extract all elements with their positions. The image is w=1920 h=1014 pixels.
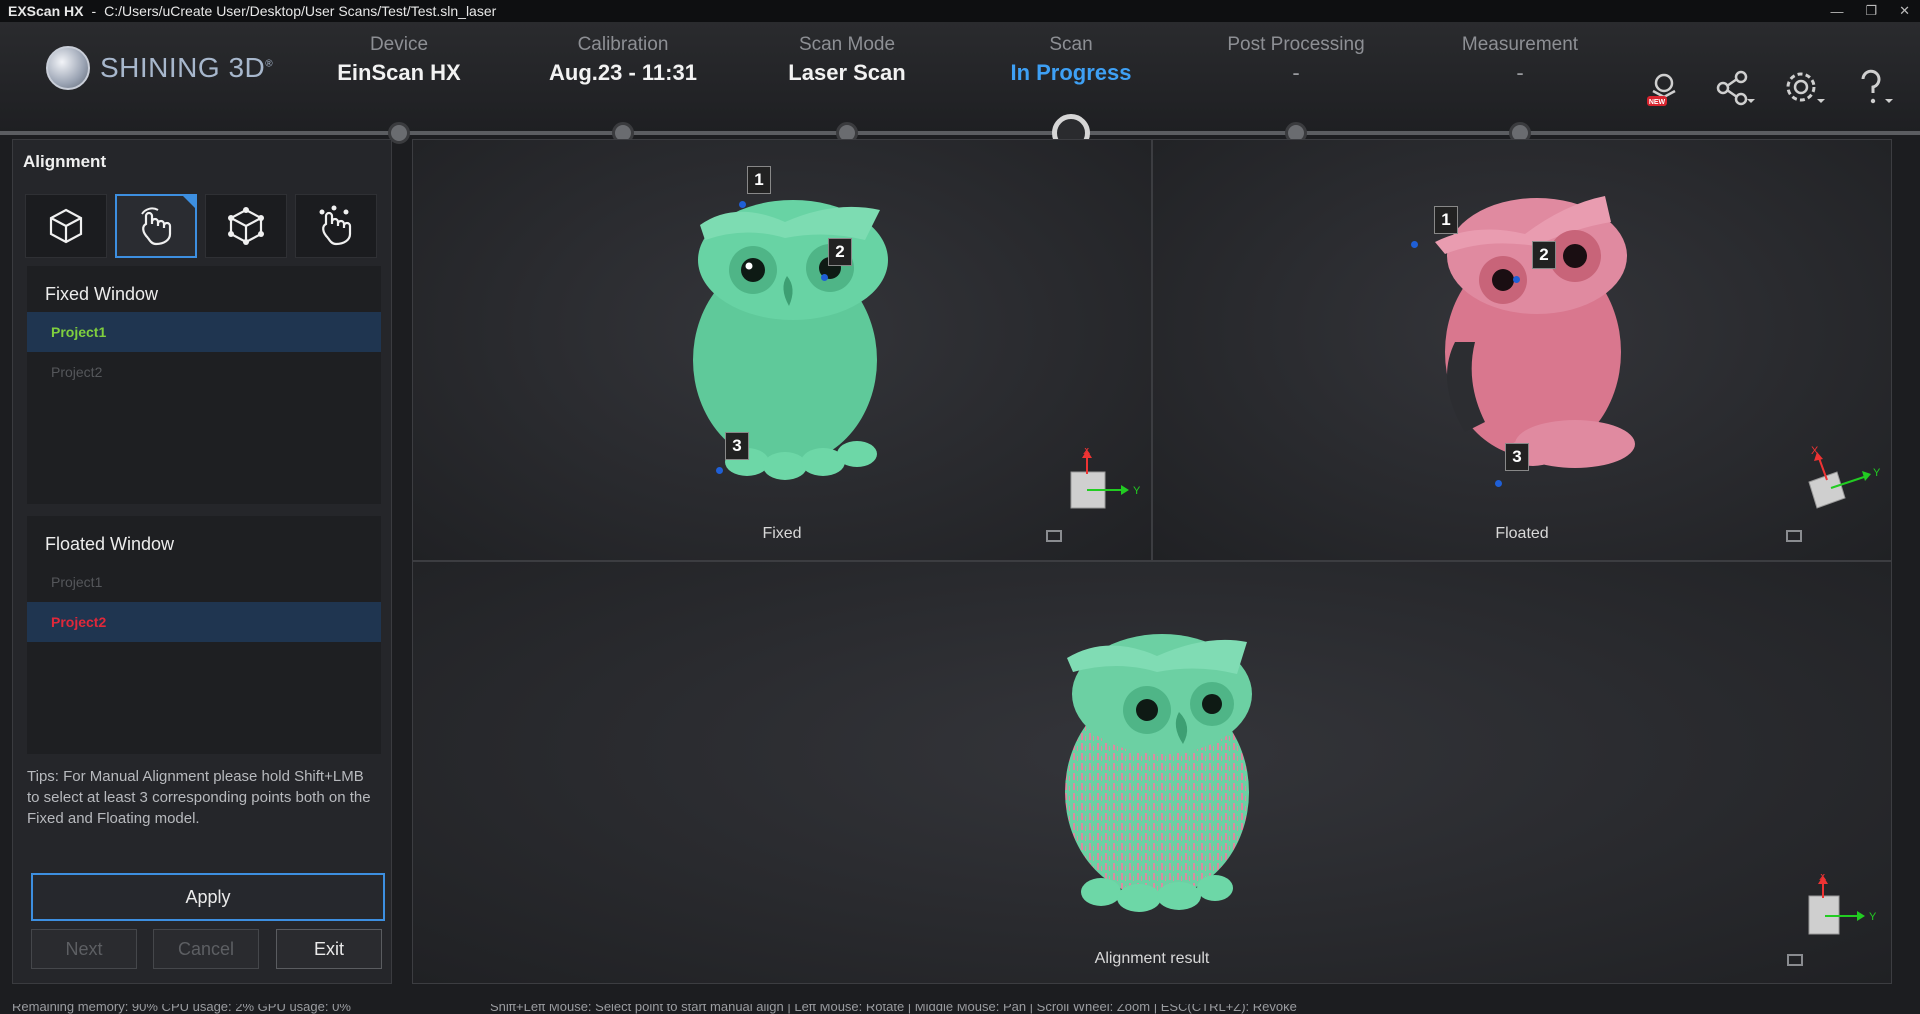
step-label: Post Processing: [1227, 34, 1365, 55]
title-separator: -: [91, 3, 97, 19]
alignment-panel: Alignment Fixed Window Project1 Project2…: [12, 139, 392, 984]
globe-logo-icon: [46, 46, 90, 90]
point-marker-2: 2: [828, 238, 852, 266]
manual-alignment-button[interactable]: [115, 194, 197, 258]
viewport-caption: Alignment result: [1094, 950, 1210, 967]
fixed-project-item[interactable]: Project1: [27, 312, 381, 352]
exit-button[interactable]: Exit: [276, 929, 382, 969]
status-bar: Remaining memory: 90% CPU usage: 2% GPU …: [0, 1004, 1920, 1014]
fixed-window-title: Fixed Window: [45, 284, 159, 304]
axis-y-label: Y: [1873, 467, 1881, 479]
point-dot: [1495, 480, 1502, 487]
panel-title: Alignment: [23, 152, 107, 171]
step-value: Laser Scan: [788, 60, 906, 85]
step-value: -: [1292, 60, 1300, 85]
restore-icon[interactable]: ❐: [1865, 3, 1877, 19]
hand-points-icon: [319, 205, 352, 246]
feature-alignment-button[interactable]: [25, 194, 107, 258]
share-icon[interactable]: [1708, 66, 1760, 110]
floated-window-title: Floated Window: [45, 534, 175, 554]
axis-y-label: Y: [1133, 485, 1141, 497]
axis-gizmo: X Y: [1070, 448, 1141, 509]
next-button[interactable]: Next: [31, 929, 137, 969]
step-value: Aug.23 - 11:31: [549, 60, 697, 85]
step-device[interactable]: Device EinScan HX: [299, 34, 499, 86]
point-dot: [1411, 241, 1418, 248]
step-label: Calibration: [577, 34, 669, 55]
step-measurement[interactable]: Measurement -: [1420, 34, 1620, 86]
point-marker-3: 3: [1505, 443, 1529, 471]
step-label: Scan Mode: [798, 34, 896, 55]
fixed-owl-model[interactable]: [675, 180, 905, 480]
apply-button[interactable]: Apply: [31, 873, 385, 921]
step-label: Scan: [1049, 34, 1093, 55]
cube-points-icon: [228, 207, 264, 245]
fit-view-icon[interactable]: [1786, 530, 1802, 542]
step-value: EinScan HX: [337, 60, 461, 85]
floated-project-item[interactable]: Project2: [27, 602, 381, 642]
app-name: EXScan HX: [8, 3, 84, 19]
cube-icon: [49, 208, 83, 244]
title-bar: EXScan HX - C:/Users/uCreate User/Deskto…: [0, 0, 1920, 22]
alignment-result-viewport[interactable]: Alignment result X Y: [412, 561, 1892, 984]
gear-icon[interactable]: [1778, 66, 1830, 110]
fixed-viewport[interactable]: 1 2 3 Fixed X Y: [412, 139, 1152, 561]
help-icon[interactable]: [1848, 66, 1900, 110]
step-post-processing[interactable]: Post Processing -: [1196, 34, 1396, 86]
fixed-project-item[interactable]: Project2: [27, 352, 381, 392]
new-model-icon[interactable]: NEW: [1638, 66, 1690, 110]
close-icon[interactable]: ✕: [1899, 3, 1910, 19]
workflow-bar: SHINING 3D® Device EinScan HX Calibratio…: [0, 22, 1920, 152]
point-dot: [1513, 276, 1520, 283]
step-value: In Progress: [1010, 60, 1132, 85]
point-marker-3: 3: [725, 432, 749, 460]
mouse-hints: Shift+Left Mouse: Select point to start …: [490, 1004, 1297, 1014]
alignment-modes: [25, 194, 377, 258]
axis-x-label: X: [1819, 874, 1827, 883]
fixed-window-list: Fixed Window Project1 Project2: [27, 266, 381, 504]
progress-track: [0, 131, 1920, 135]
step-scan[interactable]: Scan In Progress: [971, 34, 1171, 86]
step-scan-mode[interactable]: Scan Mode Laser Scan: [747, 34, 947, 86]
window-controls: — ❐ ✕: [1830, 0, 1910, 22]
floated-project-item[interactable]: Project1: [27, 562, 381, 602]
hand-point-icon: [141, 207, 172, 246]
cancel-button[interactable]: Cancel: [153, 929, 259, 969]
floated-viewport[interactable]: 1 2 3 Floated X Y: [1152, 139, 1892, 561]
result-owl-model[interactable]: [1047, 622, 1267, 922]
marker-alignment-button[interactable]: [205, 194, 287, 258]
axis-x-label: X: [1083, 448, 1091, 457]
floated-window-list: Floated Window Project1 Project2: [27, 516, 381, 754]
fit-view-icon[interactable]: [1787, 954, 1803, 966]
point-dot: [821, 274, 828, 281]
hybrid-alignment-button[interactable]: [295, 194, 377, 258]
point-marker-1: 1: [1434, 206, 1458, 234]
step-calibration[interactable]: Calibration Aug.23 - 11:31: [523, 34, 723, 86]
fit-view-icon[interactable]: [1046, 530, 1062, 542]
axis-x-label: X: [1811, 445, 1819, 457]
file-path: C:/Users/uCreate User/Desktop/User Scans…: [104, 3, 497, 19]
system-stats: Remaining memory: 90% CPU usage: 2% GPU …: [12, 1004, 351, 1014]
point-marker-1: 1: [747, 166, 771, 194]
viewport-caption: Fixed: [762, 525, 802, 542]
axis-gizmo: X Y: [1808, 445, 1881, 509]
step-label: Measurement: [1461, 34, 1579, 55]
point-dot: [716, 467, 723, 474]
point-dot: [739, 201, 746, 208]
brand-text: SHINING 3D®: [100, 52, 274, 83]
viewport-caption: Floated: [1495, 525, 1549, 542]
step-value: -: [1516, 60, 1524, 85]
minimize-icon[interactable]: —: [1830, 4, 1843, 19]
brand-logo: SHINING 3D®: [46, 46, 273, 90]
tips-text: Tips: For Manual Alignment please hold S…: [27, 768, 371, 827]
axis-y-label: Y: [1869, 911, 1877, 923]
new-badge: NEW: [1649, 99, 1666, 106]
axis-gizmo: X Y: [1808, 874, 1877, 935]
point-marker-2: 2: [1532, 241, 1556, 269]
step-label: Device: [369, 34, 429, 55]
